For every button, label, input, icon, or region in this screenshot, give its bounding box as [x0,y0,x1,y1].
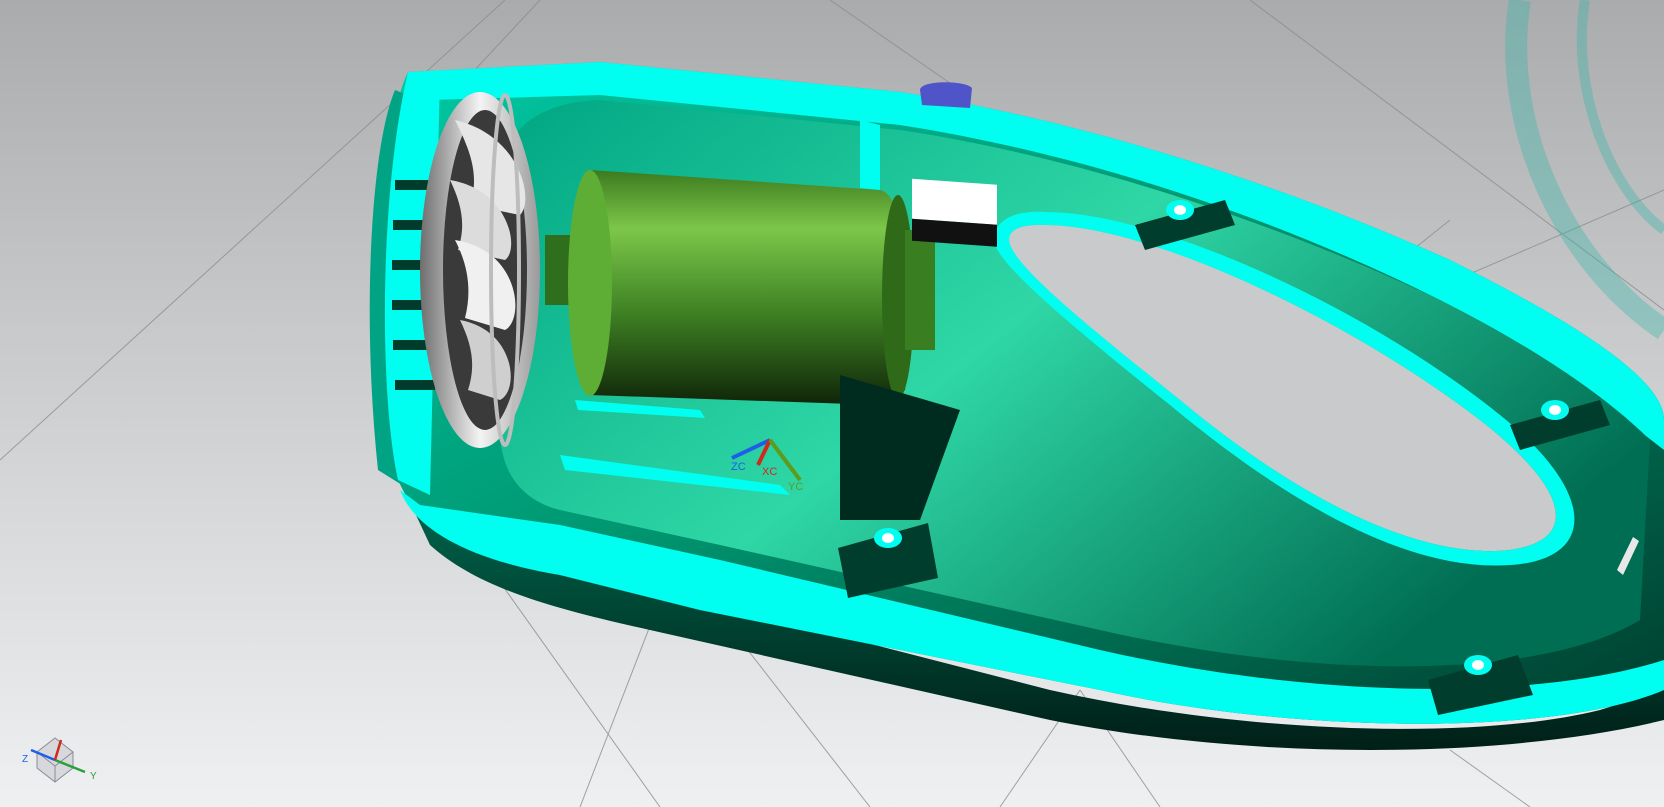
view-z-label: Z [22,754,29,765]
view-y-label: Y [90,771,97,782]
model-scene[interactable] [0,0,1664,807]
motor[interactable] [568,170,935,405]
view-triad[interactable] [30,737,86,783]
wcs-y-label: YC [788,481,804,493]
graphics-viewport[interactable]: ZC XC YC Z Y [0,0,1664,807]
wcs-z-label: ZC [731,461,746,473]
ghost-ring-part [1505,0,1664,340]
impeller[interactable] [420,92,540,448]
wcs-x-label: XC [762,466,778,478]
